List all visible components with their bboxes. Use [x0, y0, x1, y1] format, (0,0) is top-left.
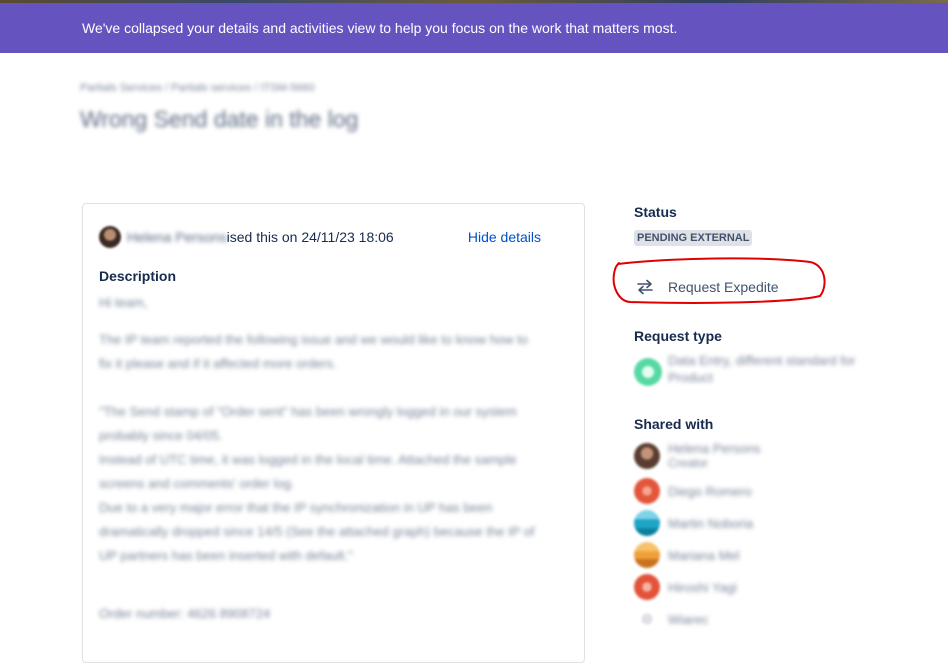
description-line: UP partners has been inserted with defau… — [99, 548, 353, 563]
description-line: screens and comments' order log. — [99, 476, 295, 491]
description-heading: Description — [99, 268, 177, 284]
user-avatar — [634, 478, 660, 504]
user-avatar — [634, 606, 660, 632]
banner-message: We've collapsed your details and activit… — [82, 20, 678, 36]
shared-with-item[interactable]: Helena Persons Creator — [634, 441, 761, 470]
request-type-line: Data Entry, different standard for — [668, 353, 856, 368]
breadcrumb[interactable]: Partials Services / Partials services / … — [80, 82, 315, 94]
user-avatar — [634, 542, 660, 568]
reporter-avatar — [99, 226, 121, 248]
description-line: dramatically dropped since 14/5 (See the… — [99, 524, 535, 539]
reporter-name: Helena Persons — [127, 229, 227, 245]
request-expedite-label: Request Expedite — [668, 279, 779, 295]
hide-details-link[interactable]: Hide details — [468, 226, 541, 248]
transition-arrows-icon — [637, 279, 653, 295]
user-name: Hiroshi Yagi — [668, 579, 737, 595]
description-line: The IP team reported the following issue… — [99, 332, 528, 347]
shared-with-item[interactable]: Wiarec — [634, 606, 709, 632]
user-avatar — [634, 443, 660, 469]
shared-with-item[interactable]: Diego Romero — [634, 478, 752, 504]
description-line: fix it please and if it affected more or… — [99, 356, 337, 371]
raised-by-row: Helena Persons ised this on 24/11/23 18:… — [99, 226, 569, 248]
description-line: probably since 04/05. — [99, 428, 223, 443]
request-type-value: Data Entry, different standard for Produ… — [668, 352, 888, 386]
user-avatar — [634, 574, 660, 600]
description-line: Instead of UTC time, it was logged in th… — [99, 452, 517, 467]
shared-with-item[interactable]: Martin Noboria — [634, 510, 754, 536]
request-type-heading: Request type — [634, 328, 722, 344]
request-details-card: Helena Persons ised this on 24/11/23 18:… — [82, 203, 585, 663]
user-role: Creator — [668, 456, 709, 470]
request-type-icon — [634, 358, 662, 386]
order-number-line: Order number: 4626 8908724 — [99, 606, 271, 621]
user-name: Wiarec — [668, 611, 709, 627]
description-line: Hi team, — [99, 295, 148, 310]
request-expedite-button[interactable]: Request Expedite — [636, 276, 779, 298]
shared-with-heading: Shared with — [634, 416, 714, 432]
shared-with-item[interactable]: Mariana Mel — [634, 542, 740, 568]
user-avatar — [634, 510, 660, 536]
user-name: Martin Noboria — [668, 515, 754, 531]
description-line: "The Send stamp of "Order sent" has been… — [99, 404, 517, 419]
status-heading: Status — [634, 204, 677, 220]
raised-timestamp: ised this on 24/11/23 18:06 — [226, 229, 394, 245]
request-type-line: Product — [668, 370, 713, 385]
shared-with-item[interactable]: Hiroshi Yagi — [634, 574, 737, 600]
page-title: Wrong Send date in the log — [80, 106, 359, 132]
status-badge[interactable]: PENDING EXTERNAL — [634, 230, 753, 246]
description-line: Due to a very major error that the IP sy… — [99, 500, 493, 515]
user-name: Helena Persons — [668, 441, 761, 456]
info-banner: We've collapsed your details and activit… — [0, 3, 948, 53]
user-name: Mariana Mel — [668, 547, 740, 563]
user-name: Diego Romero — [668, 483, 752, 499]
